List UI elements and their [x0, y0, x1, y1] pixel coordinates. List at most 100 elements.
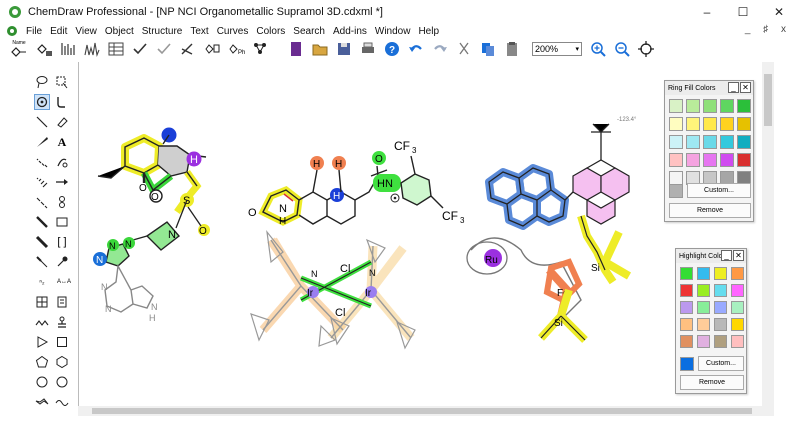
- highlight-custom-swatch[interactable]: [680, 357, 694, 371]
- color-swatch[interactable]: [731, 284, 744, 297]
- color-swatch[interactable]: [697, 335, 710, 348]
- highlight-custom-button[interactable]: Custom...: [698, 356, 744, 371]
- undo-icon[interactable]: [406, 40, 426, 58]
- chemical-symbols-tool-icon[interactable]: [54, 254, 70, 270]
- orbital-tool-icon[interactable]: [54, 194, 70, 210]
- lasso-tool-icon[interactable]: [34, 74, 50, 90]
- color-swatch[interactable]: [720, 117, 734, 131]
- chair-1-tool-icon[interactable]: [34, 394, 50, 410]
- eraser-tool-icon[interactable]: [54, 94, 70, 110]
- color-swatch[interactable]: [686, 99, 700, 113]
- color-swatch[interactable]: [720, 99, 734, 113]
- color-swatch[interactable]: [703, 99, 717, 113]
- molecule-left[interactable]: H O O S O N N N N N N: [93, 127, 210, 324]
- menu-edit[interactable]: Edit: [46, 26, 71, 37]
- menu-file[interactable]: File: [22, 26, 46, 37]
- reagent-tool-icon[interactable]: [54, 314, 70, 330]
- table-tool-icon[interactable]: [34, 294, 50, 310]
- color-swatch[interactable]: [669, 153, 683, 167]
- arrow-tool-icon[interactable]: [54, 174, 70, 190]
- mechanism-icon[interactable]: [178, 40, 198, 58]
- paste-icon[interactable]: [502, 40, 522, 58]
- color-swatch[interactable]: [680, 284, 693, 297]
- hashed-wedge-tool-icon[interactable]: [34, 174, 50, 190]
- drawing-elements-tool-icon[interactable]: [54, 214, 70, 230]
- molecule-middle[interactable]: O N H H H H O HN CF 3 CF 3: [248, 139, 465, 227]
- open-icon[interactable]: [310, 40, 330, 58]
- wavy-bond-tool-icon[interactable]: [34, 254, 50, 270]
- document-window-controls[interactable]: _ ♯ x: [745, 24, 791, 35]
- color-swatch[interactable]: [737, 153, 751, 167]
- drawing-canvas[interactable]: H O O S O N N N N N N: [78, 62, 762, 406]
- bold-wedge-tool-icon[interactable]: [34, 234, 50, 250]
- structure-to-name-icon[interactable]: [34, 40, 54, 58]
- color-swatch[interactable]: [680, 301, 693, 314]
- color-swatch[interactable]: [714, 301, 727, 314]
- color-swatch[interactable]: [697, 267, 710, 280]
- maximize-button[interactable]: ☐: [725, 0, 761, 24]
- color-swatch[interactable]: [680, 318, 693, 331]
- color-swatch[interactable]: [669, 135, 683, 149]
- zoom-in-icon[interactable]: [588, 40, 608, 58]
- color-swatch[interactable]: [680, 335, 693, 348]
- color-swatch[interactable]: [714, 318, 727, 331]
- view-3d-icon[interactable]: [636, 40, 656, 58]
- color-swatch[interactable]: [703, 135, 717, 149]
- cut-icon[interactable]: [454, 40, 474, 58]
- print-icon[interactable]: [358, 40, 378, 58]
- help-icon[interactable]: ?: [382, 40, 402, 58]
- chair-2-tool-icon[interactable]: [54, 394, 70, 410]
- book-icon[interactable]: [286, 40, 306, 58]
- cluster-icon[interactable]: [250, 40, 270, 58]
- ring-fill-custom-button[interactable]: Custom...: [687, 183, 751, 198]
- ring-fill-custom-swatch[interactable]: [669, 184, 683, 198]
- horizontal-scrollbar[interactable]: [78, 406, 774, 416]
- zoom-out-icon[interactable]: [612, 40, 632, 58]
- menu-window[interactable]: Window: [371, 26, 415, 37]
- color-swatch[interactable]: [686, 135, 700, 149]
- save-icon[interactable]: [334, 40, 354, 58]
- horizontal-scroll-thumb[interactable]: [92, 408, 752, 414]
- zoom-select[interactable]: 200% ▾: [532, 42, 582, 56]
- document-icon[interactable]: [6, 25, 18, 37]
- menu-add-ins[interactable]: Add-ins: [329, 26, 371, 37]
- color-swatch[interactable]: [703, 117, 717, 131]
- nmr-icon[interactable]: [82, 40, 102, 58]
- highlight-remove-button[interactable]: Remove: [680, 375, 744, 390]
- analysis-icon[interactable]: [106, 40, 126, 58]
- eraser-icon[interactable]: [54, 114, 70, 130]
- color-swatch[interactable]: [714, 284, 727, 297]
- stereo-icon[interactable]: [58, 40, 78, 58]
- atom-map-tool-icon[interactable]: A↔A: [54, 274, 74, 290]
- vertical-scroll-thumb[interactable]: [764, 74, 772, 126]
- color-swatch[interactable]: [737, 135, 751, 149]
- color-swatch[interactable]: [669, 99, 683, 113]
- hexagon-ring-tool-icon[interactable]: [54, 354, 70, 370]
- color-swatch[interactable]: [720, 135, 734, 149]
- menu-structure[interactable]: Structure: [138, 26, 187, 37]
- color-swatch[interactable]: [731, 335, 744, 348]
- close-button[interactable]: ✕: [761, 0, 797, 24]
- fragment-icon[interactable]: Ph: [226, 40, 246, 58]
- molecule-ir-dimer[interactable]: Ir Ir Cl Cl N N: [250, 229, 416, 350]
- color-swatch[interactable]: [731, 267, 744, 280]
- menu-search[interactable]: Search: [289, 26, 329, 37]
- text-tool-icon[interactable]: A: [54, 134, 70, 150]
- color-swatch[interactable]: [697, 284, 710, 297]
- color-swatch[interactable]: [703, 153, 717, 167]
- color-swatch[interactable]: [697, 301, 710, 314]
- multi-center-tool-icon[interactable]: ⁿ₂: [34, 274, 50, 290]
- menu-view[interactable]: View: [71, 26, 101, 37]
- color-swatch[interactable]: [731, 318, 744, 331]
- ring-fill-remove-button[interactable]: Remove: [669, 203, 751, 218]
- square-ring-tool-icon[interactable]: [54, 334, 70, 350]
- menu-colors[interactable]: Colors: [252, 26, 289, 37]
- color-swatch[interactable]: [737, 99, 751, 113]
- dative-bond-tool-icon[interactable]: [34, 194, 50, 210]
- menu-help[interactable]: Help: [414, 26, 443, 37]
- color-swatch[interactable]: [714, 267, 727, 280]
- color-swatch[interactable]: [714, 335, 727, 348]
- color-swatch[interactable]: [686, 153, 700, 167]
- color-swatch[interactable]: [680, 267, 693, 280]
- chain-tool-icon[interactable]: [34, 314, 50, 330]
